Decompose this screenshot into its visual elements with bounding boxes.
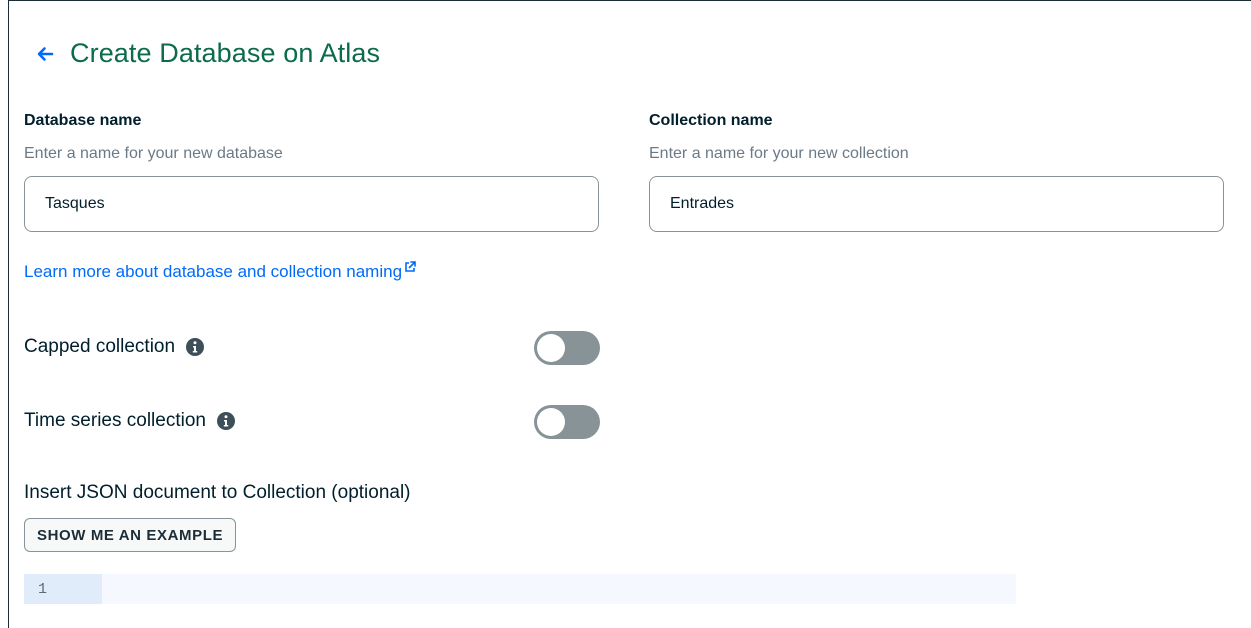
toggle-knob	[537, 408, 565, 436]
collection-name-input[interactable]	[649, 176, 1224, 232]
toggle-knob	[537, 334, 565, 362]
time-series-label: Time series collection	[24, 410, 206, 431]
database-name-label: Database name	[24, 112, 142, 129]
capped-collection-row: Capped collection	[24, 336, 205, 358]
capped-collection-toggle[interactable]	[534, 331, 600, 365]
time-series-row: Time series collection	[24, 410, 236, 432]
database-name-description: Enter a name for your new database	[24, 145, 283, 162]
collection-name-label: Collection name	[649, 112, 773, 129]
page-header: Create Database on Atlas	[36, 38, 380, 69]
json-editor[interactable]: 1	[24, 574, 1016, 604]
capped-collection-label: Capped collection	[24, 336, 176, 357]
page-title: Create Database on Atlas	[70, 38, 381, 68]
info-icon[interactable]	[216, 411, 236, 431]
database-name-input[interactable]	[24, 176, 599, 232]
line-number: 1	[24, 574, 102, 604]
naming-docs-link[interactable]: Learn more about database and collection…	[24, 261, 416, 282]
collection-name-description: Enter a name for your new collection	[649, 145, 909, 162]
editor-line[interactable]	[102, 574, 1016, 604]
external-link-icon	[405, 261, 416, 272]
json-document-label: Insert JSON document to Collection (opti…	[24, 482, 411, 503]
time-series-toggle[interactable]	[534, 405, 600, 439]
naming-docs-link-text: Learn more about database and collection…	[24, 262, 403, 281]
show-example-button[interactable]: SHOW ME AN EXAMPLE	[24, 518, 237, 552]
info-icon[interactable]	[185, 337, 205, 357]
arrow-left-icon[interactable]	[36, 45, 54, 63]
